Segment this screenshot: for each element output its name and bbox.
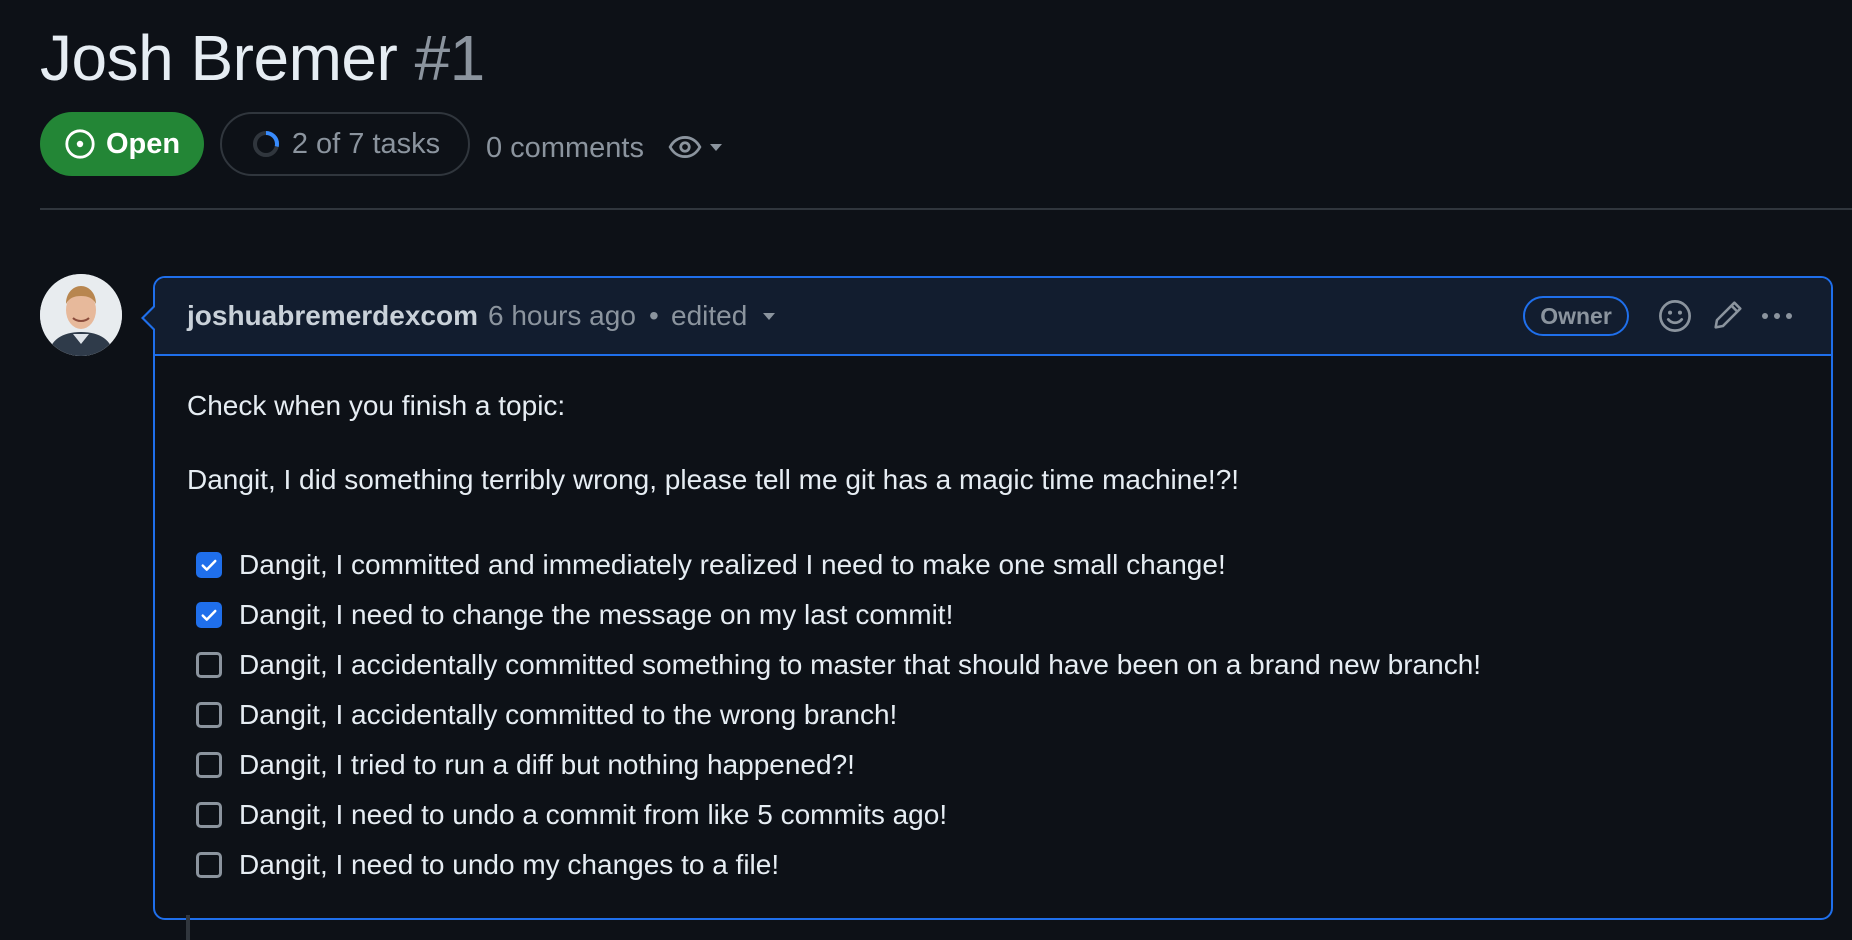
task-checkbox[interactable] [196, 602, 222, 628]
task-checkbox[interactable] [196, 702, 222, 728]
task-label: Dangit, I committed and immediately real… [239, 549, 1226, 580]
pencil-icon [1714, 301, 1742, 329]
issue-number: #1 [414, 22, 486, 94]
edited-label: edited [671, 300, 748, 331]
task-label: Dangit, I tried to run a diff but nothin… [239, 749, 855, 780]
comment-author-link[interactable]: joshuabremerdexcom [187, 298, 478, 334]
task-list-item: Dangit, I need to change the message on … [187, 590, 1787, 640]
edit-comment-button[interactable] [1711, 298, 1745, 337]
task-checkbox[interactable] [196, 802, 222, 828]
issue-state-badge: Open [40, 112, 204, 176]
check-icon [201, 609, 217, 621]
issue-title: Josh Bremer #1 [40, 16, 485, 100]
issue-opened-icon [65, 129, 95, 159]
task-list-item: Dangit, I committed and immediately real… [187, 540, 1787, 590]
task-list: Dangit, I committed and immediately real… [187, 540, 1787, 890]
task-label: Dangit, I accidentally committed to the … [239, 699, 898, 730]
check-icon [201, 559, 217, 571]
issue-comment: joshuabremerdexcom 6 hours ago • edited … [141, 276, 1833, 920]
tasks-progress-label: 2 of 7 tasks [291, 127, 441, 160]
task-list-item: Dangit, I tried to run a diff but nothin… [187, 740, 1787, 790]
progress-ring-icon [252, 131, 279, 157]
meta-separator: • [649, 300, 659, 331]
avatar[interactable] [40, 274, 122, 356]
issue-state-label: Open [105, 127, 181, 160]
issue-title-text: Josh Bremer [40, 22, 398, 94]
task-checkbox[interactable] [196, 552, 222, 578]
comment-body: Check when you finish a topic: Dangit, I… [187, 388, 1787, 890]
task-label: Dangit, I accidentally committed somethi… [239, 649, 1482, 680]
kebab-horizontal-icon [1762, 313, 1792, 319]
task-label: Dangit, I need to undo a commit from lik… [239, 799, 948, 830]
task-list-item: Dangit, I accidentally committed somethi… [187, 640, 1787, 690]
edit-history-dropdown[interactable]: edited [671, 298, 777, 334]
task-list-item: Dangit, I accidentally committed to the … [187, 690, 1787, 740]
eye-icon [668, 136, 702, 158]
watch-dropdown-button[interactable] [668, 130, 724, 164]
author-photo [40, 274, 122, 356]
issue-page: Josh Bremer #1 Open 2 of 7 tasks 0 comme… [0, 0, 1852, 940]
smiley-icon [1659, 300, 1691, 332]
task-checkbox[interactable] [196, 752, 222, 778]
more-actions-button[interactable] [1759, 302, 1795, 335]
issue-meta-row: Open 2 of 7 tasks 0 comments [40, 112, 1852, 176]
task-list-item: Dangit, I need to undo a commit from lik… [187, 790, 1787, 840]
task-checkbox[interactable] [196, 852, 222, 878]
triangle-down-icon [710, 144, 722, 151]
comment-timestamp-link[interactable]: 6 hours ago [488, 298, 636, 334]
comment-header: joshuabremerdexcom 6 hours ago • edited … [155, 278, 1831, 356]
header-divider [40, 208, 1852, 210]
tasks-progress-button[interactable]: 2 of 7 tasks [220, 112, 470, 176]
task-label: Dangit, I need to undo my changes to a f… [239, 849, 780, 880]
task-checkbox[interactable] [196, 652, 222, 678]
task-label: Dangit, I need to change the message on … [239, 599, 954, 630]
owner-role-badge: Owner [1523, 296, 1629, 336]
triangle-down-icon [763, 313, 776, 320]
comments-count: 0 comments [486, 132, 644, 164]
comment-heading: Dangit, I did something terribly wrong, … [187, 464, 1240, 495]
timeline-connector [186, 915, 190, 940]
task-list-item: Dangit, I need to undo my changes to a f… [187, 840, 1787, 890]
add-reaction-button[interactable] [1657, 298, 1693, 339]
comment-intro: Check when you finish a topic: [187, 390, 566, 421]
